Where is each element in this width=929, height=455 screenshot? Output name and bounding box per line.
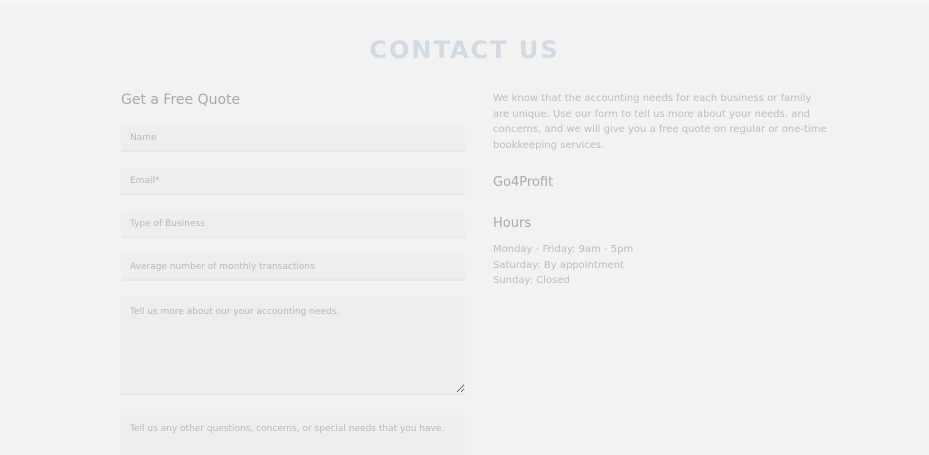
page-title: CONTACT US [369,36,560,64]
hours-list: Monday - Friday: 9am - 5pm Saturday: By … [493,242,829,289]
name-input[interactable] [121,125,465,152]
business-type-input[interactable] [121,211,465,238]
hours-heading: Hours [493,216,532,231]
intro-text: We know that the accounting needs for ea… [493,93,827,151]
top-strip [0,0,929,4]
accounting-needs-textarea[interactable] [121,297,465,395]
hours-saturday: Saturday: By appointment [493,259,624,271]
email-input[interactable] [121,168,465,195]
questions-textarea[interactable] [121,415,465,455]
quote-form: Get a Free Quote [121,90,465,455]
hours-weekdays: Monday - Friday: 9am - 5pm [493,244,634,255]
form-heading: Get a Free Quote [121,92,241,108]
contact-info: We know that the accounting needs for ea… [493,91,829,289]
monthly-transactions-input[interactable] [121,254,465,281]
company-name: Go4Profit [493,175,554,190]
hours-sunday: Sunday: Closed [493,275,570,286]
